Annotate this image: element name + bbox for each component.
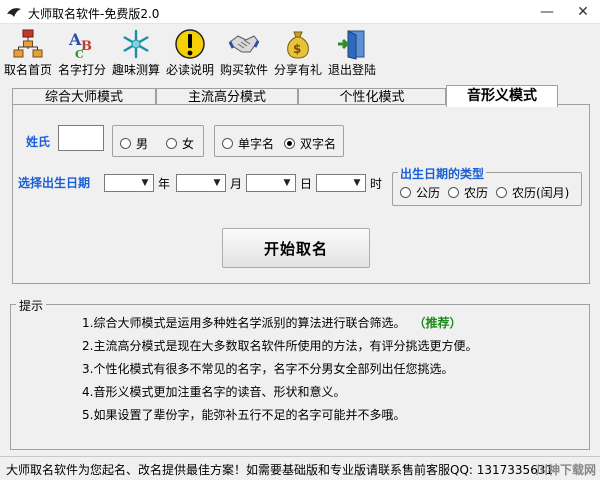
birth-month-select[interactable]: ▼ — [176, 174, 226, 192]
solar-calendar-radio[interactable]: 公历 — [400, 184, 440, 201]
toolbar-logout-button[interactable]: 退出登陆 — [326, 26, 378, 82]
hint-line-2: 2.主流高分模式是现在大多数取名软件所使用的方法，有评分挑选更方便。 — [82, 339, 478, 353]
birth-hour-select[interactable]: ▼ — [316, 174, 366, 192]
lunar-calendar-radio[interactable]: 农历 — [448, 184, 488, 201]
chevron-down-icon: ▼ — [213, 178, 221, 188]
start-naming-button[interactable]: 开始取名 — [222, 228, 370, 268]
recommend-tag: （推荐） — [419, 316, 462, 330]
toolbar-must-read-button[interactable]: 必读说明 — [164, 26, 216, 82]
svg-text:C: C — [75, 48, 84, 60]
hint-line-1: 1.综合大师模式是运用多种姓名学派别的算法进行联合筛选。 （推荐） — [82, 316, 462, 330]
toolbar-score-button[interactable]: A B C 名字打分 — [56, 26, 108, 82]
exit-door-icon — [338, 30, 365, 60]
handshake-icon — [228, 35, 260, 53]
toolbar-fun-calc-button[interactable]: 趣味测算 — [110, 26, 162, 82]
date-type-legend: 出生日期的类型 — [398, 165, 487, 182]
toolbar-label: 购买软件 — [219, 63, 268, 77]
radio-dot-selected — [284, 138, 295, 149]
toolbar-label: 必读说明 — [165, 63, 214, 77]
gender-female-radio[interactable]: 女 — [166, 135, 194, 152]
toolbar-share-button[interactable]: $ 分享有礼 — [272, 26, 324, 82]
close-button[interactable]: ✕ — [566, 0, 600, 24]
hint-line-3: 3.个性化模式有很多不常见的名字，名字不分男女全部列出任您挑选。 — [82, 362, 454, 376]
year-unit-label: 年 — [158, 177, 171, 191]
snowflake-icon — [123, 29, 149, 59]
toolbar-label: 退出登陆 — [327, 63, 376, 77]
org-chart-icon — [13, 29, 43, 58]
svg-text:$: $ — [293, 42, 301, 56]
single-char-name-radio[interactable]: 单字名 — [222, 135, 274, 152]
hour-unit-label: 时 — [370, 177, 383, 191]
gender-male-radio[interactable]: 男 — [120, 135, 148, 152]
money-bag-icon: $ — [287, 31, 309, 59]
radio-dot — [448, 187, 459, 198]
tab-sound-shape-meaning-mode[interactable]: 音形义模式 — [446, 85, 558, 107]
hints-legend: 提示 — [16, 297, 47, 314]
window-title: 大师取名软件-免费版2.0 — [28, 7, 160, 21]
birth-date-label: 选择出生日期 — [18, 176, 91, 190]
month-unit-label: 月 — [230, 177, 243, 191]
toolbar-label: 名字打分 — [57, 63, 106, 77]
lunar-leap-month-radio[interactable]: 农历(闰月) — [496, 184, 569, 201]
status-bar: 大师取名软件为您起名、改名提供最佳方案！如需要基础版和专业版请联系售前客服QQ:… — [0, 456, 600, 480]
chevron-down-icon: ▼ — [353, 178, 361, 188]
minimize-button[interactable]: — — [530, 0, 564, 24]
watermark: 川神下载网 — [535, 463, 596, 477]
chevron-down-icon: ▼ — [283, 178, 291, 188]
day-unit-label: 日 — [300, 177, 313, 191]
status-text: 大师取名软件为您起名、改名提供最佳方案！如需要基础版和专业版请联系售前客服QQ:… — [6, 463, 554, 477]
warning-icon — [175, 29, 205, 59]
surname-input[interactable] — [58, 125, 104, 151]
title-bar: 大师取名软件-免费版2.0 — ✕ — [0, 0, 600, 24]
toolbar-label: 取名首页 — [3, 63, 52, 77]
birth-day-select[interactable]: ▼ — [246, 174, 296, 192]
toolbar-label: 分享有礼 — [273, 63, 322, 77]
birth-year-select[interactable]: ▼ — [104, 174, 154, 192]
double-char-name-radio[interactable]: 双字名 — [284, 135, 336, 152]
toolbar-home-button[interactable]: 取名首页 — [2, 26, 54, 82]
toolbar-buy-button[interactable]: 购买软件 — [218, 26, 270, 82]
radio-dot — [400, 187, 411, 198]
hint-line-4: 4.音形义模式更加注重名字的读音、形状和意义。 — [82, 385, 346, 399]
chevron-down-icon: ▼ — [141, 178, 149, 188]
app-logo-icon — [7, 8, 21, 17]
radio-dot — [166, 138, 177, 149]
radio-dot — [222, 138, 233, 149]
abc-letters-icon: A B C — [68, 30, 92, 60]
toolbar-label: 趣味测算 — [111, 63, 160, 77]
radio-dot — [496, 187, 507, 198]
radio-dot — [120, 138, 131, 149]
toolbar: 取名首页 A B C 名字打分 趣味测算 必读说明 购买软件 $ 分享有礼 退出… — [0, 26, 600, 82]
hint-line-5: 5.如果设置了辈份字，能弥补五行不足的名字可能并不多哦。 — [82, 408, 406, 422]
surname-label: 姓氏 — [26, 135, 51, 149]
svg-text:A: A — [68, 30, 82, 49]
